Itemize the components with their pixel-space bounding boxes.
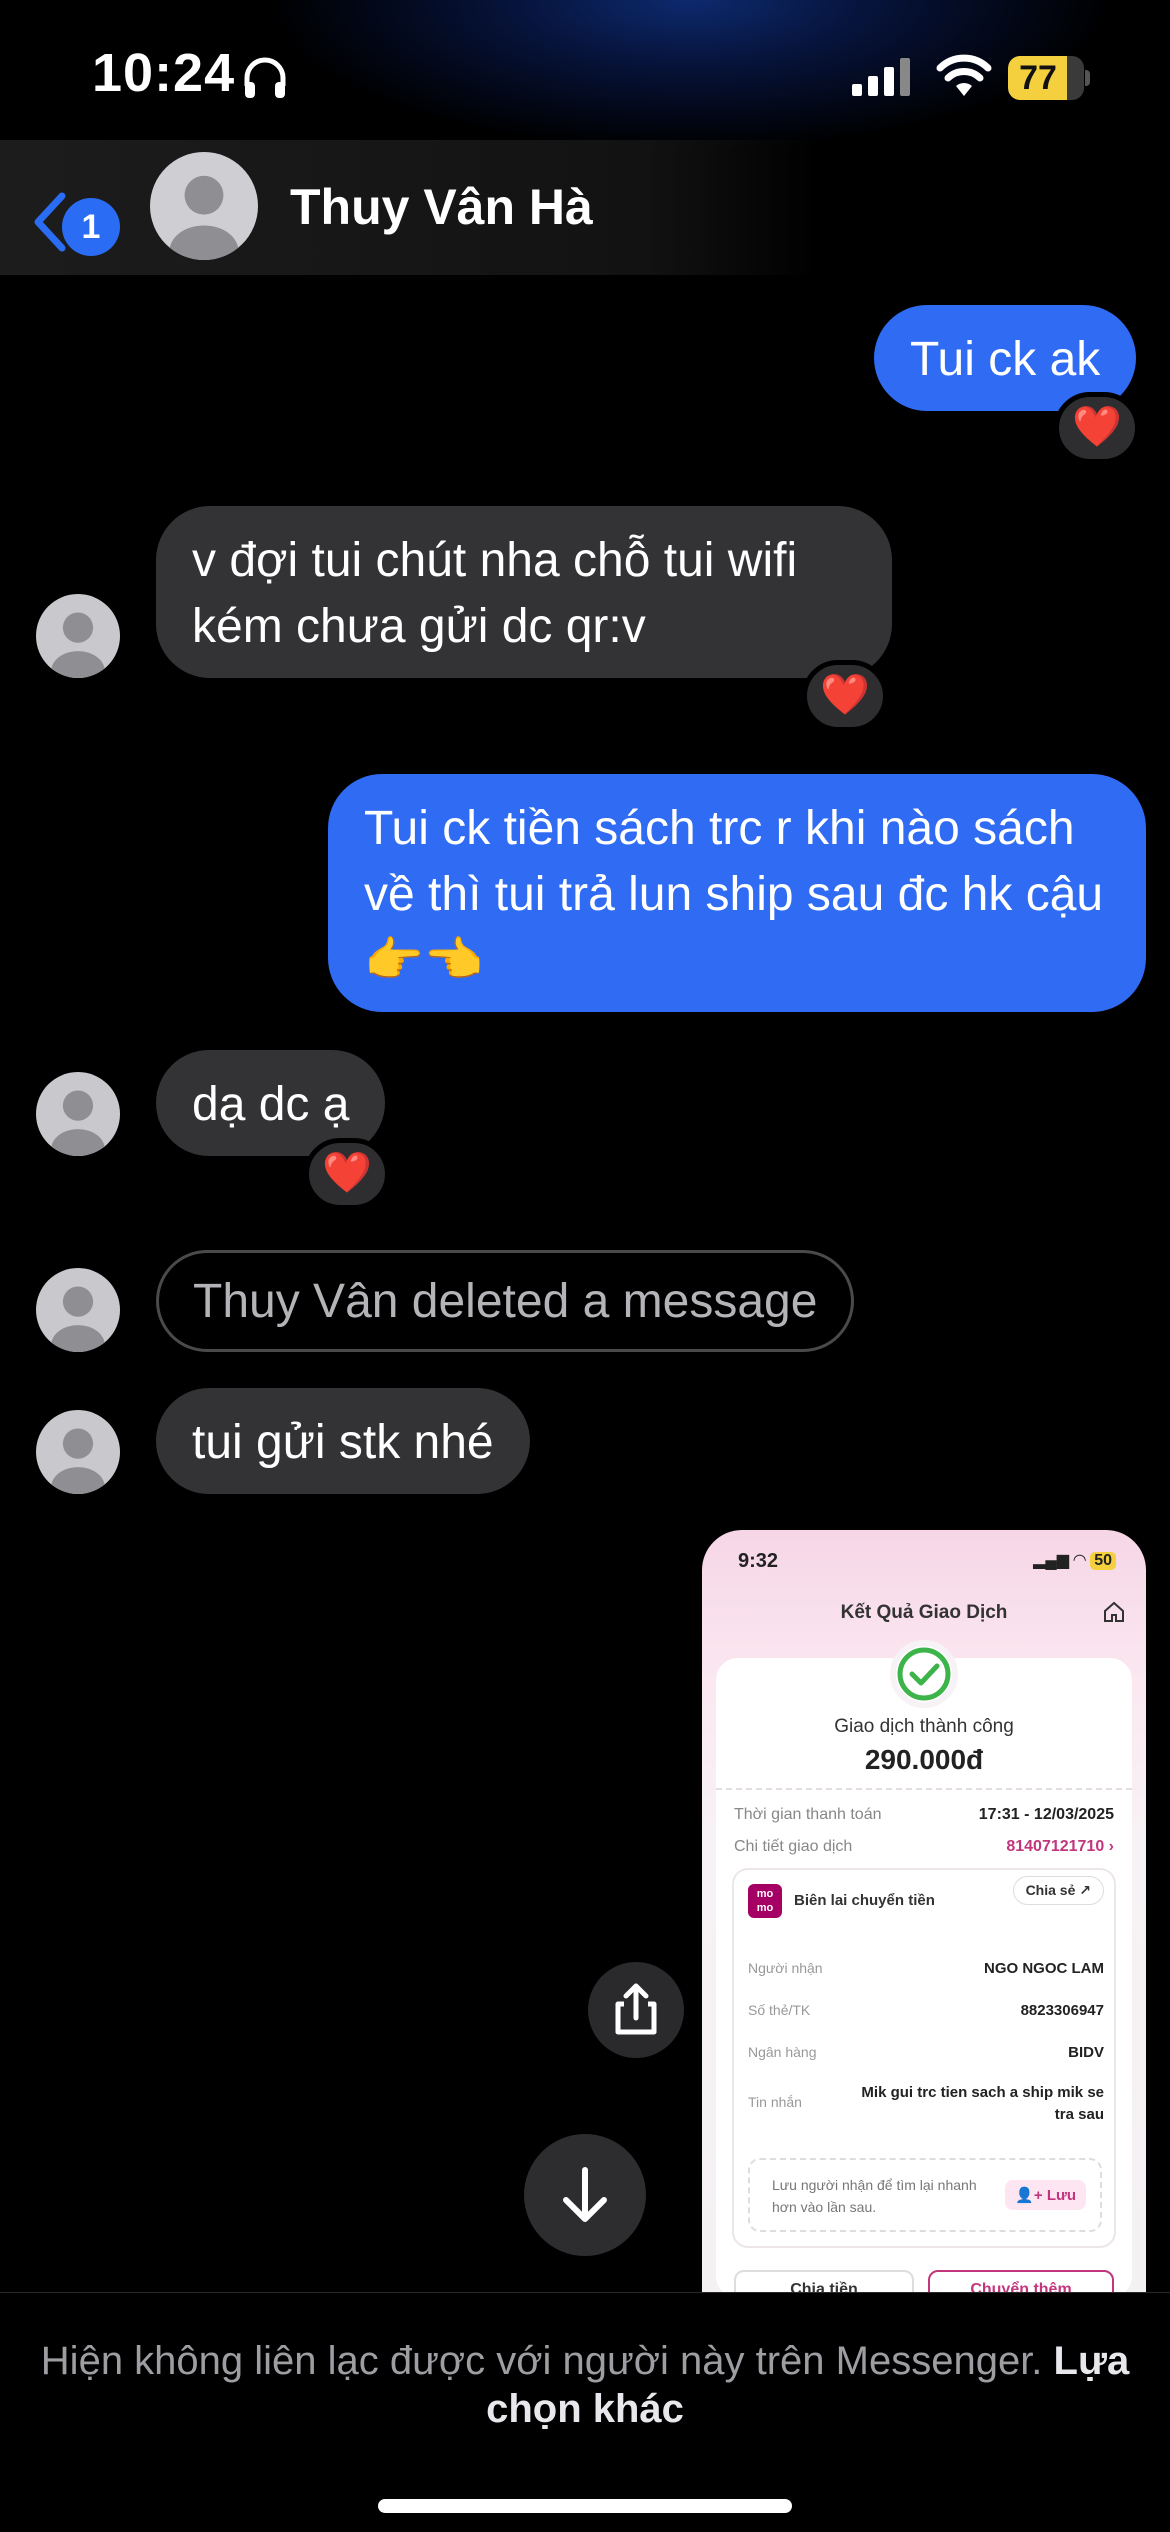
receipt-status-time: 9:32 [738,1550,779,1572]
unavailable-footer: Hiện không liên lạc được với người này t… [0,2292,1170,2532]
arrow-down-icon [563,2167,607,2222]
receipt-row: Thời gian thanh toán 17:31 - 12/03/2025 [734,1806,1114,1823]
momo-logo: mo mo [748,1884,782,1918]
back-button[interactable]: 1 [22,180,132,270]
save-recipient-button: 👤+ Lưu [1005,2180,1086,2210]
transfer-receipt-box: mo mo Biên lai chuyển tiền Chia sẻ ↗ Ngư… [732,1868,1116,2248]
unread-count-badge: 1 [62,198,120,256]
contact-avatar[interactable] [36,594,120,678]
message-bubble-incoming[interactable]: v đợi tui chút nha chỗ tui wifi kém chưa… [156,506,892,678]
receipt-status-icons: ▂▄▆ ◠ 50 [1033,1550,1116,1570]
cellular-signal-icon [852,58,910,96]
transaction-status: Giao dịch thành công [834,1716,1014,1737]
unavailable-notice: Hiện không liên lạc được với người này t… [40,2339,1130,2431]
person-icon [169,175,239,260]
save-recipient-box: Lưu người nhận để tìm lại nhanh hơn vào … [748,2158,1102,2232]
person-icon [51,1090,105,1156]
battery-percent: 77 [1019,59,1057,97]
heart-reaction[interactable]: ❤️ [304,1138,390,1210]
receipt-field: Tin nhắn Mik gui trc tien sach a ship mik… [748,2084,1104,2123]
conversation-header: 1 Thuy Vân Hà [0,140,1170,275]
status-bar: 10:24 77 [0,0,1170,150]
contact-avatar[interactable] [36,1410,120,1494]
receipt-field: Người nhận NGO NGOC LAM [748,1960,1104,1977]
home-indicator[interactable] [378,2499,792,2513]
scroll-to-bottom-button[interactable] [524,2134,646,2256]
home-icon [1104,1601,1124,1622]
share-icon [615,1983,657,2035]
message-bubble-outgoing[interactable]: Tui ck tiền sách trc r khi nào sách về t… [328,774,1146,1012]
person-icon [51,612,105,678]
contact-avatar[interactable] [36,1072,120,1156]
transaction-amount: 290.000đ [864,1744,984,1775]
headphones-icon [244,57,286,98]
contact-avatar[interactable] [150,152,258,260]
person-icon [51,1286,105,1352]
receipt-row: Chi tiết giao dịch 81407121710 › [734,1838,1114,1855]
battery-indicator: 77 [1008,56,1090,100]
person-icon [51,1428,105,1494]
message-bubble-incoming[interactable]: tui gửi stk nhé [156,1388,530,1494]
receipt-box-title: Biên lai chuyển tiền [794,1892,935,1909]
receipt-image[interactable]: 9:32 ▂▄▆ ◠ 50 Kết Quả Giao Dịch Giao dịc… [702,1530,1146,2292]
split-bill-button: Chia tiền [734,2270,914,2292]
divider [716,1788,1132,1790]
share-receipt-button: Chia sẻ ↗ [1012,1876,1104,1905]
success-check-icon [890,1640,958,1708]
contact-name[interactable]: Thuy Vân Hà [290,178,593,236]
heart-reaction[interactable]: ❤️ [1054,392,1140,464]
transfer-more-button: Chuyển thêm [928,2270,1114,2292]
receipt-title: Kết Quả Giao Dịch [840,1602,1008,1623]
receipt-field: Số thẻ/TK 8823306947 [748,2002,1104,2019]
receipt-field: Ngân hàng BIDV [748,2044,1104,2061]
share-button[interactable] [588,1962,684,2058]
status-time: 10:24 [92,43,236,103]
heart-reaction[interactable]: ❤️ [802,660,888,732]
contact-avatar[interactable] [36,1268,120,1352]
wifi-icon [936,54,992,96]
deleted-message-notice: Thuy Vân deleted a message [156,1250,855,1352]
